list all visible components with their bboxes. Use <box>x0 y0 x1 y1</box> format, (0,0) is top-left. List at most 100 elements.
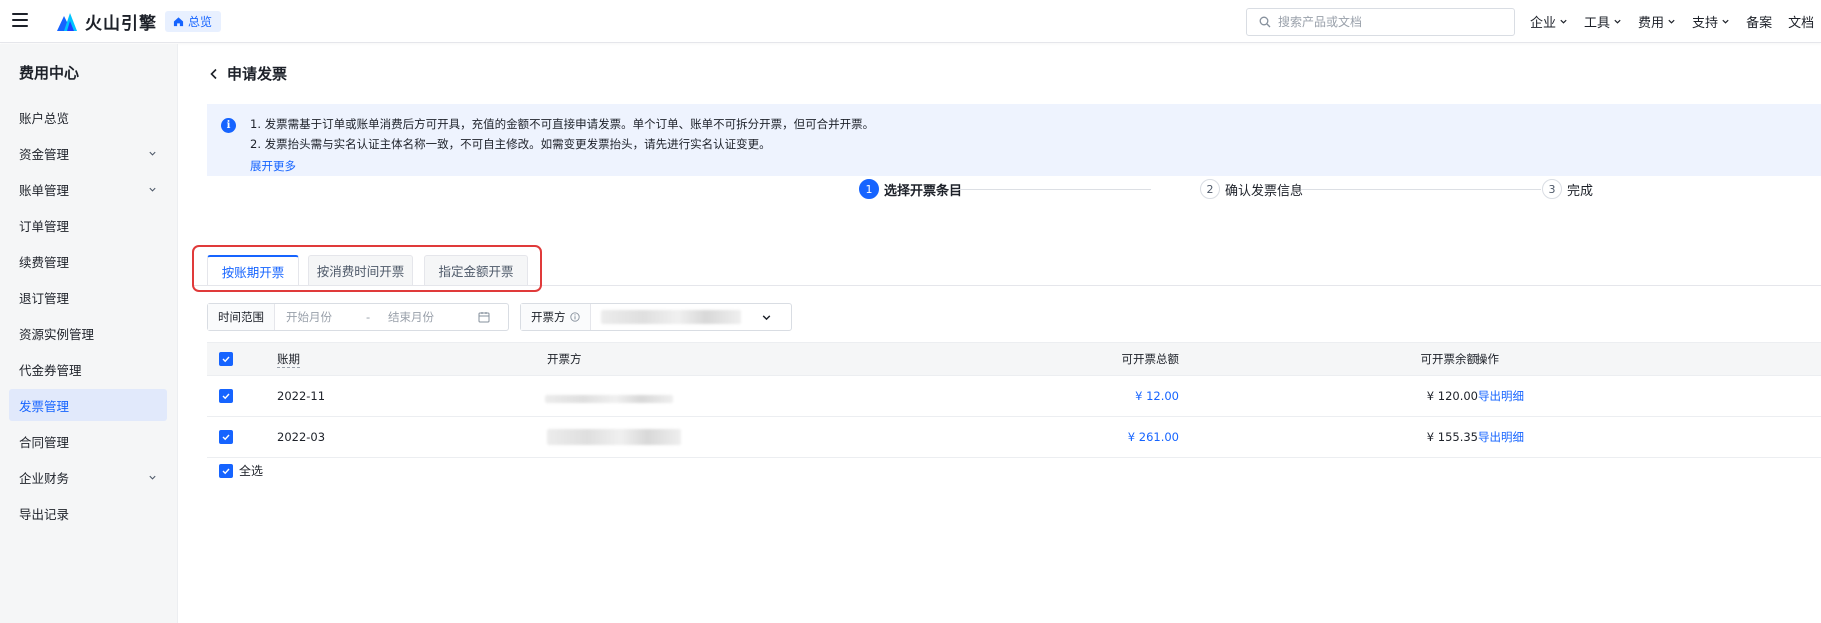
period-cell: 2022-11 <box>277 389 326 403</box>
highlight-box <box>192 245 542 292</box>
top-bar: 火山引擎 总览 企业 工具 费用 支持 备案 文档 <box>0 0 1821 43</box>
step-indicator: 1 选择开票条目 2 确认发票信息 3 完成 <box>679 179 1599 209</box>
column-header-action: 操作 <box>1476 352 1499 366</box>
select-all-checkbox[interactable] <box>219 463 233 478</box>
calendar-icon[interactable] <box>478 311 490 323</box>
issuer-filter[interactable]: 开票方 <box>520 303 792 331</box>
home-icon <box>173 17 184 27</box>
nav-support[interactable]: 支持 <box>1692 12 1730 31</box>
sidebar-item-label: 企业财务 <box>19 470 70 486</box>
header-checkbox[interactable] <box>219 352 233 366</box>
header-checkbox-cell <box>219 343 233 375</box>
brand-logo[interactable]: 火山引擎 <box>55 9 157 34</box>
step-label: 选择开票条目 <box>884 183 963 199</box>
sidebar-item-label: 资金管理 <box>19 146 70 162</box>
sidebar-item-label: 账单管理 <box>19 182 70 198</box>
issuer-redacted <box>547 429 681 445</box>
total-cell: ¥ 12.00 <box>1135 389 1179 403</box>
sidebar-item-label: 订单管理 <box>19 218 70 234</box>
sidebar-item-label: 续费管理 <box>19 254 70 270</box>
nav-enterprise[interactable]: 企业 <box>1530 12 1568 31</box>
export-details-link[interactable]: 导出明细 <box>1478 417 1524 457</box>
chevron-down-icon <box>149 151 156 156</box>
sidebar-item-label: 退订管理 <box>19 290 70 306</box>
column-header-total: 可开票总额 <box>1121 352 1180 366</box>
sidebar-menu: 账户总览资金管理账单管理订单管理续费管理退订管理资源实例管理 代金券管理发票管理合… <box>9 101 167 533</box>
time-range-filter[interactable]: 时间范围 开始月份 - 结束月份 <box>207 303 509 331</box>
end-month-input[interactable]: 结束月份 <box>388 309 478 325</box>
sidebar: 费用中心 账户总览资金管理账单管理订单管理续费管理退订管理资源实例管理 代金券管理… <box>0 44 178 623</box>
main-content: 申请发票 i 1. 发票需基于订单或账单消费后方可开具，充值的金额不可直接申请发… <box>179 44 1821 623</box>
issuer-redacted <box>545 395 673 403</box>
overview-breadcrumb[interactable]: 总览 <box>165 11 222 32</box>
nav-docs[interactable]: 文档 <box>1788 12 1814 31</box>
step-3: 3 完成 <box>1542 179 1593 199</box>
step-connector <box>955 189 1151 190</box>
time-range-label: 时间范围 <box>208 304 275 330</box>
back-arrow-icon[interactable] <box>209 68 219 80</box>
sidebar-item-label: 代金券管理 <box>19 362 82 378</box>
sidebar-item-label: 发票管理 <box>19 398 70 414</box>
sidebar-item-label: 资源实例管理 <box>19 326 95 342</box>
sidebar-item-label: 账户总览 <box>19 110 70 126</box>
chevron-down-icon <box>1668 19 1675 24</box>
select-all[interactable]: 全选 <box>219 462 263 479</box>
chevron-down-icon <box>149 475 156 480</box>
sidebar-item[interactable]: 账单管理 <box>9 173 167 205</box>
row-checkbox[interactable] <box>219 430 233 444</box>
sidebar-item[interactable]: 合同管理 <box>9 425 167 457</box>
breadcrumb-label: 总览 <box>188 15 213 29</box>
table-row: 2022-03 ¥ 261.00 ¥ 155.35 导出明细 <box>207 417 1821 458</box>
table-row: 2022-11 ¥ 12.00 ¥ 120.00 导出明细 <box>207 376 1821 417</box>
info-icon: i <box>221 118 236 133</box>
info-notice: i 1. 发票需基于订单或账单消费后方可开具，充值的金额不可直接申请发票。单个订… <box>207 104 1821 176</box>
table-header: 账期 开票方 可开票总额 可开票余额 操作 <box>207 342 1821 376</box>
range-separator: - <box>366 310 371 324</box>
issuer-cell <box>547 417 681 457</box>
chevron-down-icon <box>1614 19 1621 24</box>
row-checkbox[interactable] <box>219 389 233 403</box>
volcano-logo-icon <box>57 12 77 31</box>
sidebar-item[interactable]: 退订管理 <box>9 281 167 313</box>
sidebar-item[interactable]: 资源实例管理 <box>9 317 167 349</box>
help-icon[interactable] <box>569 312 580 322</box>
step-label: 确认发票信息 <box>1225 183 1304 199</box>
start-month-input[interactable]: 开始月份 <box>286 309 366 325</box>
step-label: 完成 <box>1567 183 1594 199</box>
expand-more-link[interactable]: 展开更多 <box>250 158 296 174</box>
balance-cell: ¥ 120.00 <box>1426 389 1478 403</box>
nav-filing[interactable]: 备案 <box>1746 12 1772 31</box>
column-header-period[interactable]: 账期 <box>277 343 300 375</box>
search-input[interactable] <box>1278 15 1498 29</box>
nav-tools[interactable]: 工具 <box>1584 12 1622 31</box>
search-box[interactable] <box>1246 8 1515 36</box>
step-1: 1 选择开票条目 <box>859 179 962 199</box>
notice-line-1: 1. 发票需基于订单或账单消费后方可开具，充值的金额不可直接申请发票。单个订单、… <box>250 117 875 131</box>
chevron-down-icon <box>149 187 156 192</box>
sidebar-item[interactable]: 导出记录 <box>9 497 167 529</box>
period-cell: 2022-03 <box>277 430 326 444</box>
top-nav: 企业 工具 费用 支持 备案 文档 <box>1530 0 1814 43</box>
step-number: 2 <box>1200 179 1220 199</box>
search-icon <box>1259 16 1271 28</box>
issuer-value-redacted <box>600 310 741 324</box>
sidebar-item[interactable]: 资金管理 <box>9 137 167 169</box>
issuer-cell <box>545 376 673 416</box>
export-details-link[interactable]: 导出明细 <box>1478 376 1524 416</box>
sidebar-title: 费用中心 <box>19 64 80 82</box>
menu-icon[interactable] <box>12 13 28 27</box>
issuer-label: 开票方 <box>521 304 591 330</box>
nav-billing[interactable]: 费用 <box>1638 12 1676 31</box>
chevron-down-icon[interactable] <box>761 312 772 323</box>
sidebar-item[interactable]: 续费管理 <box>9 245 167 277</box>
sidebar-item-label: 合同管理 <box>19 434 70 450</box>
sidebar-item[interactable]: 订单管理 <box>9 209 167 241</box>
select-all-label: 全选 <box>239 464 264 478</box>
sidebar-item[interactable]: 代金券管理 <box>9 353 167 385</box>
sidebar-item[interactable]: 企业财务 <box>9 461 167 493</box>
sidebar-item[interactable]: 发票管理 <box>9 389 167 421</box>
sidebar-item[interactable]: 账户总览 <box>9 101 167 133</box>
step-number: 3 <box>1542 179 1562 199</box>
column-header-issuer: 开票方 <box>547 352 582 366</box>
total-cell: ¥ 261.00 <box>1127 430 1179 444</box>
